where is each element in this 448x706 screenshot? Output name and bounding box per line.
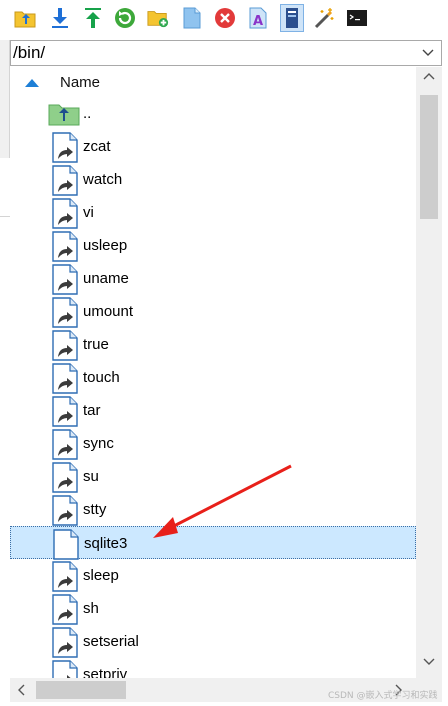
- upload-button[interactable]: [82, 6, 104, 30]
- file-row[interactable]: setpriv: [10, 658, 416, 678]
- horizontal-scroll-thumb[interactable]: [36, 681, 126, 699]
- upload-icon: [85, 8, 101, 28]
- parent-folder-button[interactable]: [14, 6, 36, 30]
- file-row[interactable]: touch: [10, 361, 416, 394]
- file-row[interactable]: su: [10, 460, 416, 493]
- name-column-header[interactable]: Name: [10, 67, 416, 97]
- symlink-file-icon: [52, 396, 78, 431]
- chevron-down-icon[interactable]: [421, 45, 435, 59]
- file-row[interactable]: stty: [10, 493, 416, 526]
- new-file-button[interactable]: [181, 6, 203, 30]
- download-icon: [52, 8, 68, 28]
- symlink-file-icon: [52, 363, 78, 398]
- file-name: zcat: [83, 138, 111, 155]
- symlink-file-icon: [52, 231, 78, 266]
- delete-button[interactable]: [214, 6, 236, 30]
- refresh-icon: [115, 8, 135, 28]
- file-name: tar: [83, 402, 101, 419]
- left-pane-edge: [0, 40, 10, 158]
- scroll-down-icon[interactable]: [422, 657, 436, 667]
- file-name: true: [83, 336, 109, 353]
- file-row[interactable]: ..: [10, 97, 416, 130]
- file-name: sqlite3: [84, 535, 128, 552]
- file-name: vi: [83, 204, 94, 221]
- refresh-button[interactable]: [114, 6, 136, 30]
- name-column-label: Name: [60, 74, 101, 91]
- symlink-file-icon: [52, 264, 78, 299]
- watermark: CSDN @嵌入式学习和实践: [328, 691, 438, 701]
- file-name: sh: [83, 600, 99, 617]
- file-row[interactable]: setserial: [10, 625, 416, 658]
- symlink-file-icon: [52, 594, 78, 629]
- file-list[interactable]: Name .. zcat watch vi usleep uname umoun…: [10, 67, 416, 678]
- vertical-scrollbar[interactable]: [416, 67, 442, 678]
- parent-directory-icon: [48, 100, 80, 130]
- sort-ascending-icon: [25, 79, 39, 87]
- symlink-file-icon: [52, 495, 78, 530]
- terminal-icon: [347, 10, 367, 26]
- file-name: ..: [83, 105, 92, 122]
- file-row[interactable]: vi: [10, 196, 416, 229]
- file-name: sync: [83, 435, 114, 452]
- symlink-file-icon: [52, 198, 78, 233]
- symlink-file-icon: [52, 561, 78, 596]
- file-row[interactable]: umount: [10, 295, 416, 328]
- file-name: su: [83, 468, 99, 485]
- properties-icon: [286, 8, 298, 28]
- file-row[interactable]: sh: [10, 592, 416, 625]
- download-button[interactable]: [49, 6, 71, 30]
- file-row[interactable]: sync: [10, 427, 416, 460]
- symlink-file-icon: [52, 132, 78, 167]
- file-row[interactable]: usleep: [10, 229, 416, 262]
- file-name: uname: [83, 270, 129, 287]
- path-input[interactable]: /bin/: [13, 43, 45, 63]
- terminal-button[interactable]: [346, 6, 368, 30]
- rename-icon: A: [249, 7, 267, 29]
- magic-wand-icon: [314, 8, 334, 29]
- delete-icon: [215, 8, 235, 28]
- symlink-file-icon: [52, 429, 78, 464]
- file-name: touch: [83, 369, 120, 386]
- scroll-left-icon[interactable]: [16, 684, 26, 696]
- vertical-scroll-thumb[interactable]: [420, 95, 438, 219]
- file-name: watch: [83, 171, 123, 188]
- rename-button[interactable]: A: [247, 6, 269, 30]
- toolbar: A: [0, 0, 448, 38]
- symlink-file-icon: [52, 297, 78, 332]
- file-name: setpriv: [83, 666, 128, 678]
- svg-text:A: A: [253, 14, 263, 29]
- symlink-file-icon: [52, 462, 78, 497]
- new-folder-icon: [147, 11, 169, 28]
- file-name: stty: [83, 501, 107, 518]
- file-name: setserial: [83, 633, 139, 650]
- symlink-file-icon: [52, 627, 78, 662]
- file-row[interactable]: tar: [10, 394, 416, 427]
- file-name: sleep: [83, 567, 119, 584]
- new-folder-button[interactable]: [147, 6, 169, 30]
- file-row-selected[interactable]: sqlite3: [10, 526, 416, 560]
- left-pane-divider: [0, 216, 10, 217]
- magic-wand-button[interactable]: [313, 6, 335, 30]
- scroll-up-icon[interactable]: [422, 71, 436, 81]
- path-combobox[interactable]: /bin/: [10, 40, 442, 66]
- file-rows: .. zcat watch vi usleep uname umount tru…: [10, 97, 416, 678]
- properties-button[interactable]: [280, 4, 304, 32]
- parent-folder-icon: [14, 11, 36, 28]
- file-row[interactable]: true: [10, 328, 416, 361]
- new-file-icon: [183, 7, 201, 29]
- file-row[interactable]: zcat: [10, 130, 416, 163]
- file-row[interactable]: uname: [10, 262, 416, 295]
- file-row[interactable]: sleep: [10, 559, 416, 592]
- symlink-file-icon: [52, 330, 78, 365]
- symlink-file-icon: [52, 660, 78, 678]
- file-name: usleep: [83, 237, 128, 254]
- symlink-file-icon: [52, 165, 78, 200]
- file-name: umount: [83, 303, 134, 320]
- file-row[interactable]: watch: [10, 163, 416, 196]
